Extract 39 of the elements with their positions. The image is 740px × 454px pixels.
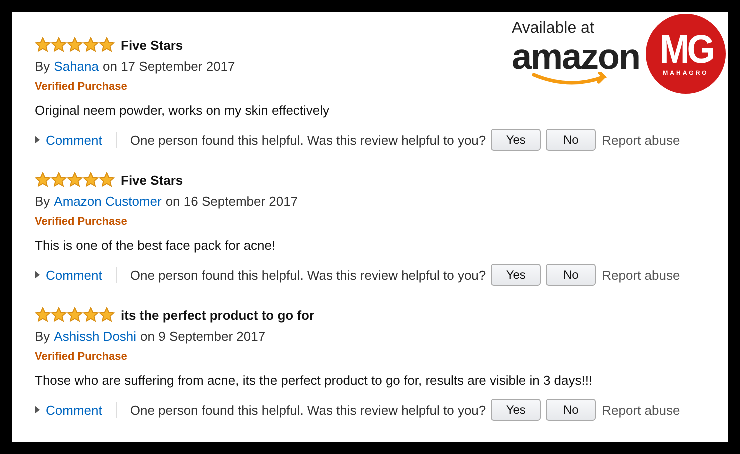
author-link[interactable]: Sahana: [54, 57, 99, 77]
review-text: Original neem powder, works on my skin effectively: [35, 102, 331, 120]
caret-icon: [35, 406, 40, 414]
verified-purchase-label: Verified Purchase: [35, 215, 128, 230]
review-date: on 17 September 2017: [103, 58, 236, 76]
review-date: on 16 September 2017: [166, 193, 298, 211]
helpful-text: One person found this helpful. Was this review helpful to you?: [130, 268, 486, 282]
no-button[interactable]: No: [546, 129, 596, 151]
report-abuse-link[interactable]: Report abuse: [602, 268, 680, 282]
yes-button[interactable]: Yes: [491, 129, 542, 151]
brand-logo-text: amazon: [512, 38, 640, 76]
review-title[interactable]: Five Stars: [121, 38, 184, 52]
report-abuse-link[interactable]: Report abuse: [602, 402, 680, 418]
yes-button[interactable]: Yes: [491, 399, 542, 421]
no-button[interactable]: No: [546, 264, 596, 286]
review-title[interactable]: Five Stars: [121, 172, 184, 188]
caret-icon: [35, 136, 40, 144]
comment-link[interactable]: Comment: [46, 132, 102, 148]
author-link[interactable]: Amazon Customer: [54, 192, 162, 212]
badge-logo-letters: MG: [660, 31, 712, 69]
comment-link[interactable]: Comment: [46, 402, 102, 418]
review-text: This is one of the best face pack for acne!: [35, 237, 277, 255]
helpful-text: One person found this helpful. Was this review helpful to you?: [130, 132, 486, 148]
by-label: By: [35, 58, 50, 76]
review-title[interactable]: its the perfect product to go for: [121, 308, 315, 322]
report-abuse-link[interactable]: Report abuse: [602, 132, 680, 148]
author-link[interactable]: Ashissh Doshi: [54, 327, 137, 347]
helpful-text: One person found this helpful. Was this review helpful to you?: [130, 402, 486, 418]
logo-tagline: Available at: [512, 20, 594, 38]
by-label: By: [35, 193, 50, 211]
verified-purchase-label: Verified Purchase: [35, 350, 128, 365]
yes-button[interactable]: Yes: [491, 264, 542, 286]
caret-icon: [35, 271, 40, 279]
comment-link[interactable]: Comment: [46, 268, 102, 282]
no-button[interactable]: No: [546, 399, 596, 421]
review-date: on 9 September 2017: [140, 328, 266, 346]
by-label: By: [35, 328, 50, 346]
verified-purchase-label: Verified Purchase: [35, 80, 128, 95]
review-text: Those who are suffering from acne, its the perfect product to go for, results are visible in 3 days!!!: [35, 372, 594, 390]
